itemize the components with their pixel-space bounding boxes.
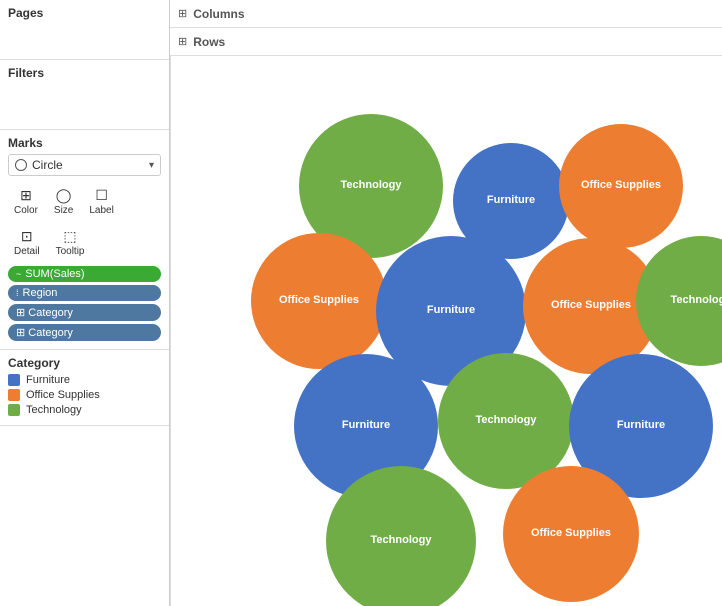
- legend-swatch-office-supplies: [8, 389, 20, 401]
- pill-sales-label: SUM(Sales): [25, 268, 84, 280]
- pill-category-2[interactable]: ⊞ Category: [8, 324, 161, 341]
- pill-region-icon: ⁞: [16, 288, 19, 298]
- filters-title: Filters: [8, 66, 161, 80]
- columns-shelf: ⊞ Columns: [170, 0, 722, 28]
- size-label: Size: [54, 205, 73, 216]
- marks-type-dropdown[interactable]: Circle ▾: [8, 154, 161, 176]
- detail-icon: ⊡: [21, 228, 33, 245]
- pill-category1-label: ⊞ Category: [16, 306, 73, 319]
- tooltip-label: Tooltip: [56, 246, 85, 257]
- pill-region[interactable]: ⁞ Region: [8, 285, 161, 301]
- sidebar: Pages Filters Marks Circle ▾ ⊞ Color ◯: [0, 0, 170, 606]
- label-icon: ☐: [95, 187, 108, 204]
- bubble-11[interactable]: Office Supplies: [503, 466, 639, 602]
- rows-shelf: ⊞ Rows: [170, 28, 722, 56]
- columns-grid-icon: ⊞: [178, 7, 187, 20]
- size-icon: ◯: [56, 187, 72, 204]
- bubble-6[interactable]: Technology: [636, 236, 722, 366]
- marks-tooltip-button[interactable]: ⬚ Tooltip: [50, 225, 91, 260]
- label-label: Label: [89, 205, 113, 216]
- bubble-2[interactable]: Office Supplies: [559, 124, 683, 248]
- legend-title: Category: [8, 356, 161, 370]
- legend-item-office-supplies: Office Supplies: [8, 389, 161, 401]
- legend-item-technology: Technology: [8, 404, 161, 416]
- filters-section: Filters: [0, 60, 169, 130]
- columns-label: Columns: [193, 7, 244, 21]
- bubble-3[interactable]: Office Supplies: [251, 233, 387, 369]
- marks-buttons-row1: ⊞ Color ◯ Size ☐ Label: [8, 184, 161, 219]
- tooltip-icon: ⬚: [63, 228, 76, 245]
- legend-item-furniture: Furniture: [8, 374, 161, 386]
- rows-grid-icon: ⊞: [178, 35, 187, 48]
- bubble-10[interactable]: Technology: [326, 466, 476, 606]
- pill-category-1[interactable]: ⊞ Category: [8, 304, 161, 321]
- pages-section: Pages: [0, 0, 169, 60]
- legend-swatch-furniture: [8, 374, 20, 386]
- marks-type-label: Circle: [32, 158, 63, 172]
- legend-label-office-supplies: Office Supplies: [26, 389, 100, 401]
- legend-section: Category Furniture Office Supplies Techn…: [0, 350, 169, 426]
- marks-section: Marks Circle ▾ ⊞ Color ◯ Size ☐: [0, 130, 169, 350]
- color-label: Color: [14, 205, 38, 216]
- color-icon: ⊞: [20, 187, 32, 204]
- main-area: ⊞ Columns ⊞ Rows TechnologyFurnitureOffi…: [170, 0, 722, 606]
- marks-size-button[interactable]: ◯ Size: [48, 184, 79, 219]
- pill-sales[interactable]: ~ SUM(Sales): [8, 266, 161, 282]
- marks-title: Marks: [8, 136, 161, 150]
- marks-color-button[interactable]: ⊞ Color: [8, 184, 44, 219]
- chart-area: TechnologyFurnitureOffice SuppliesOffice…: [170, 56, 722, 606]
- rows-label: Rows: [193, 35, 225, 49]
- pill-category2-label: ⊞ Category: [16, 326, 73, 339]
- marks-label-button[interactable]: ☐ Label: [83, 184, 119, 219]
- circle-type-icon: [15, 159, 27, 171]
- app-container: Pages Filters Marks Circle ▾ ⊞ Color ◯: [0, 0, 722, 606]
- pill-region-label: Region: [23, 287, 58, 299]
- marks-buttons-row2: ⊡ Detail ⬚ Tooltip: [8, 225, 161, 260]
- marks-pills: ~ SUM(Sales) ⁞ Region ⊞ Category ⊞ Categ…: [8, 266, 161, 341]
- pill-sales-icon: ~: [16, 269, 21, 279]
- legend-swatch-technology: [8, 404, 20, 416]
- marks-detail-button[interactable]: ⊡ Detail: [8, 225, 46, 260]
- detail-label: Detail: [14, 246, 40, 257]
- dropdown-arrow-icon: ▾: [149, 160, 154, 171]
- legend-label-furniture: Furniture: [26, 374, 70, 386]
- pages-title: Pages: [8, 6, 161, 20]
- legend-label-technology: Technology: [26, 404, 82, 416]
